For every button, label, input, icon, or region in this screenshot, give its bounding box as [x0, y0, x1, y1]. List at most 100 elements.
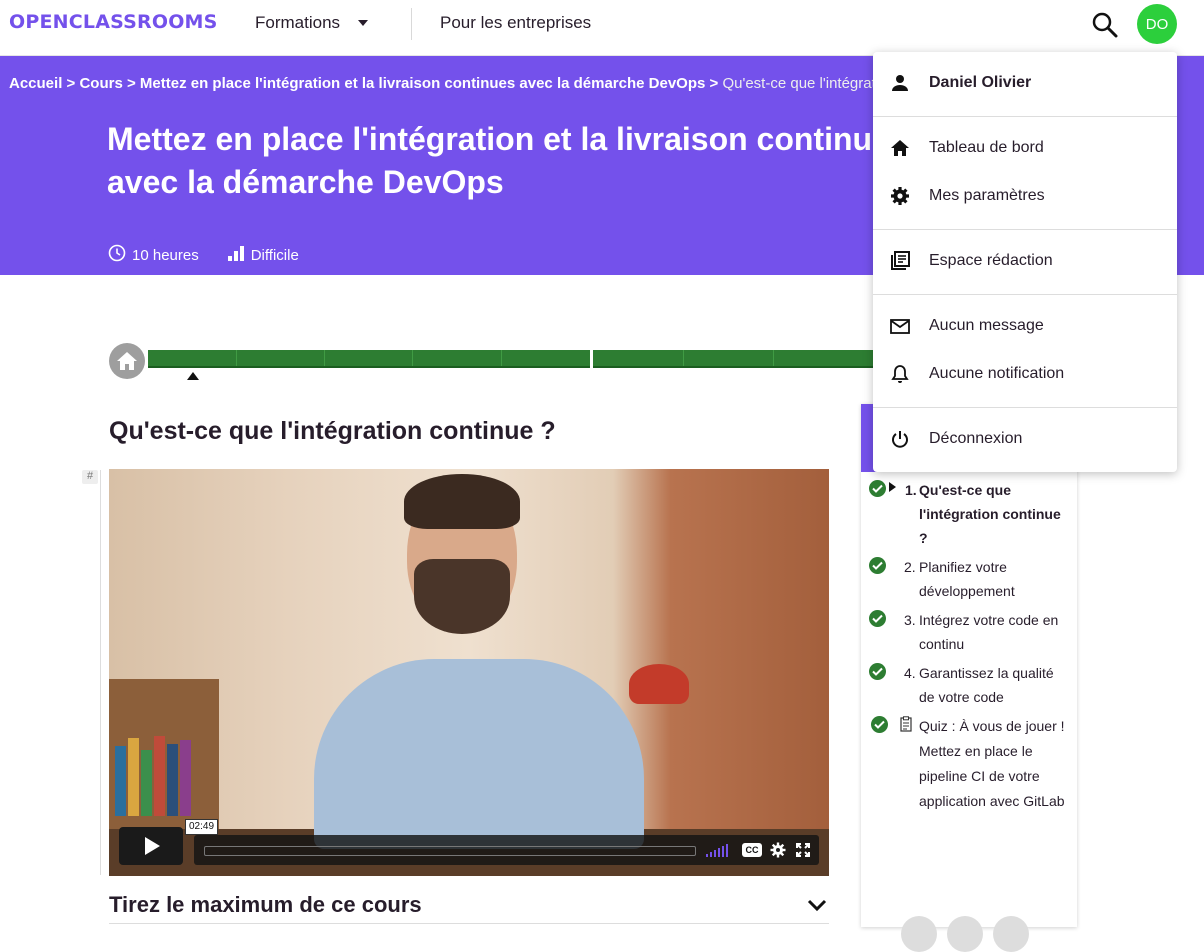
formations-label: Formations: [255, 13, 341, 32]
video-presenter-beard: [414, 559, 510, 634]
course-difficulty: Difficile: [250, 246, 299, 264]
toc-footer-button[interactable]: [947, 916, 983, 952]
menu-item-label: Aucun message: [929, 317, 1044, 334]
menu-item-messages[interactable]: Aucun message: [873, 306, 1177, 346]
menu-item-label: Mes paramètres: [929, 187, 1045, 204]
menu-item-settings[interactable]: Mes paramètres: [873, 176, 1177, 216]
toc-item-1[interactable]: 1. Qu'est-ce que l'intégration continue …: [861, 478, 1077, 550]
content-guide-line: [100, 470, 101, 875]
volume-icon[interactable]: [706, 843, 728, 857]
toc-footer-button[interactable]: [901, 916, 937, 952]
fullscreen-icon[interactable]: [795, 842, 811, 858]
nav-divider: [411, 8, 412, 40]
bell-icon: [890, 364, 910, 384]
video-presenter-hair: [404, 474, 520, 529]
caret-down-icon: [358, 20, 369, 26]
menu-item-dashboard[interactable]: Tableau de bord: [873, 128, 1177, 168]
video-lamp: [629, 664, 689, 704]
menu-item-logout[interactable]: Déconnexion: [873, 419, 1177, 459]
video-control-bar: CC: [194, 835, 819, 865]
video-player[interactable]: CC 02:49: [109, 469, 829, 876]
current-position-marker: [187, 372, 199, 380]
chapter-title: Qu'est-ce que l'intégration continue ?: [109, 417, 556, 445]
toc-item-4[interactable]: 4. Garantissez la qualité de votre code: [861, 661, 1077, 709]
mail-icon: [890, 316, 910, 336]
anchor-link-icon[interactable]: #: [82, 470, 98, 484]
toc-item-3[interactable]: 3. Intégrez votre code en continu: [861, 608, 1077, 656]
breadcrumb-separator: >: [66, 75, 76, 92]
progress-part-1[interactable]: [148, 350, 590, 368]
menu-item-label: Aucune notification: [929, 365, 1065, 382]
breadcrumb-home[interactable]: Accueil: [9, 75, 62, 92]
menu-item-writing-space[interactable]: Espace rédaction: [873, 241, 1177, 281]
menu-divider: [873, 407, 1177, 408]
table-of-contents: 1. Qu'est-ce que l'intégration continue …: [861, 404, 1077, 952]
menu-item-label: Déconnexion: [929, 430, 1023, 447]
video-seek-bar[interactable]: [204, 846, 696, 856]
top-navbar: OPENCLASSROOMS Formations Pour les entre…: [0, 0, 1204, 56]
breadcrumb-courses[interactable]: Cours: [79, 75, 122, 92]
toc-item-label: Quiz : À vous de jouer ! Mettez en place…: [919, 718, 1065, 809]
toc-item-number: 3.: [904, 612, 916, 628]
home-icon: [890, 138, 910, 158]
toc-item-number: 1.: [905, 482, 917, 498]
check-icon: [869, 480, 886, 497]
video-controls: CC 02:49: [119, 819, 819, 865]
user-profile-item[interactable]: Daniel Olivier: [873, 63, 1177, 103]
menu-item-label: Espace rédaction: [929, 252, 1053, 269]
toc-footer-button[interactable]: [993, 916, 1029, 952]
play-button[interactable]: [119, 827, 183, 865]
toc-item-label: Qu'est-ce que l'intégration continue ?: [919, 482, 1061, 546]
captions-button[interactable]: CC: [742, 843, 762, 857]
openclassrooms-logo[interactable]: OPENCLASSROOMS: [9, 11, 218, 33]
formations-menu[interactable]: Formations: [255, 13, 369, 33]
entreprises-link[interactable]: Pour les entreprises: [440, 13, 591, 33]
check-icon: [871, 716, 888, 733]
gear-icon: [890, 186, 910, 206]
breadcrumb-course[interactable]: Mettez en place l'intégration et la livr…: [140, 75, 705, 92]
clock-icon: [108, 244, 126, 266]
toc-item-label: Planifiez votre développement: [919, 559, 1015, 599]
toc-item-number: 4.: [904, 665, 916, 681]
video-time-tooltip: 02:49: [185, 819, 219, 835]
progress-part-2[interactable]: [593, 350, 873, 368]
toc-item-quiz[interactable]: Quiz : À vous de jouer ! Mettez en place…: [861, 714, 1077, 814]
user-name: Daniel Olivier: [929, 74, 1032, 91]
user-menu-dropdown: Daniel Olivier Tableau de bord Mes param…: [873, 52, 1177, 472]
difficulty-icon: [227, 244, 245, 266]
toc-item-2[interactable]: 2. Planifiez votre développement: [861, 555, 1077, 603]
quiz-icon: [899, 715, 913, 740]
course-title-line1: Mettez en place l'intégration et la livr…: [107, 121, 908, 157]
power-icon: [890, 429, 910, 449]
breadcrumb: Accueil > Cours > Mettez en place l'inté…: [9, 75, 909, 92]
home-icon[interactable]: [109, 343, 145, 379]
check-icon: [869, 557, 886, 574]
check-icon: [869, 663, 886, 680]
search-icon[interactable]: [1090, 10, 1120, 40]
accordion-title: Tirez le maximum de ce cours: [109, 892, 422, 917]
user-avatar[interactable]: DO: [1137, 4, 1177, 44]
play-icon: [145, 837, 160, 855]
menu-item-label: Tableau de bord: [929, 139, 1044, 156]
video-settings-icon[interactable]: [770, 842, 786, 858]
library-books-icon: [890, 251, 910, 271]
toc-list: 1. Qu'est-ce que l'intégration continue …: [861, 478, 1077, 819]
toc-footer-buttons: [901, 916, 1029, 952]
course-meta: 10 heures Difficile: [108, 244, 321, 266]
chevron-down-icon[interactable]: [807, 898, 827, 917]
breadcrumb-separator: >: [126, 75, 136, 92]
course-tips-accordion[interactable]: Tirez le maximum de ce cours: [109, 892, 829, 924]
menu-divider: [873, 294, 1177, 295]
course-title: Mettez en place l'intégration et la livr…: [107, 118, 927, 204]
menu-item-notifications[interactable]: Aucune notification: [873, 354, 1177, 394]
toc-item-number: 2.: [904, 559, 916, 575]
check-icon: [869, 610, 886, 627]
course-duration: 10 heures: [132, 246, 199, 264]
menu-divider: [873, 116, 1177, 117]
video-presenter-body: [314, 659, 644, 849]
breadcrumb-separator: >: [709, 75, 719, 92]
menu-divider: [873, 229, 1177, 230]
current-chapter-icon: [889, 482, 896, 492]
toc-item-label: Intégrez votre code en continu: [919, 612, 1059, 652]
toc-item-label: Garantissez la qualité de votre code: [919, 665, 1054, 705]
